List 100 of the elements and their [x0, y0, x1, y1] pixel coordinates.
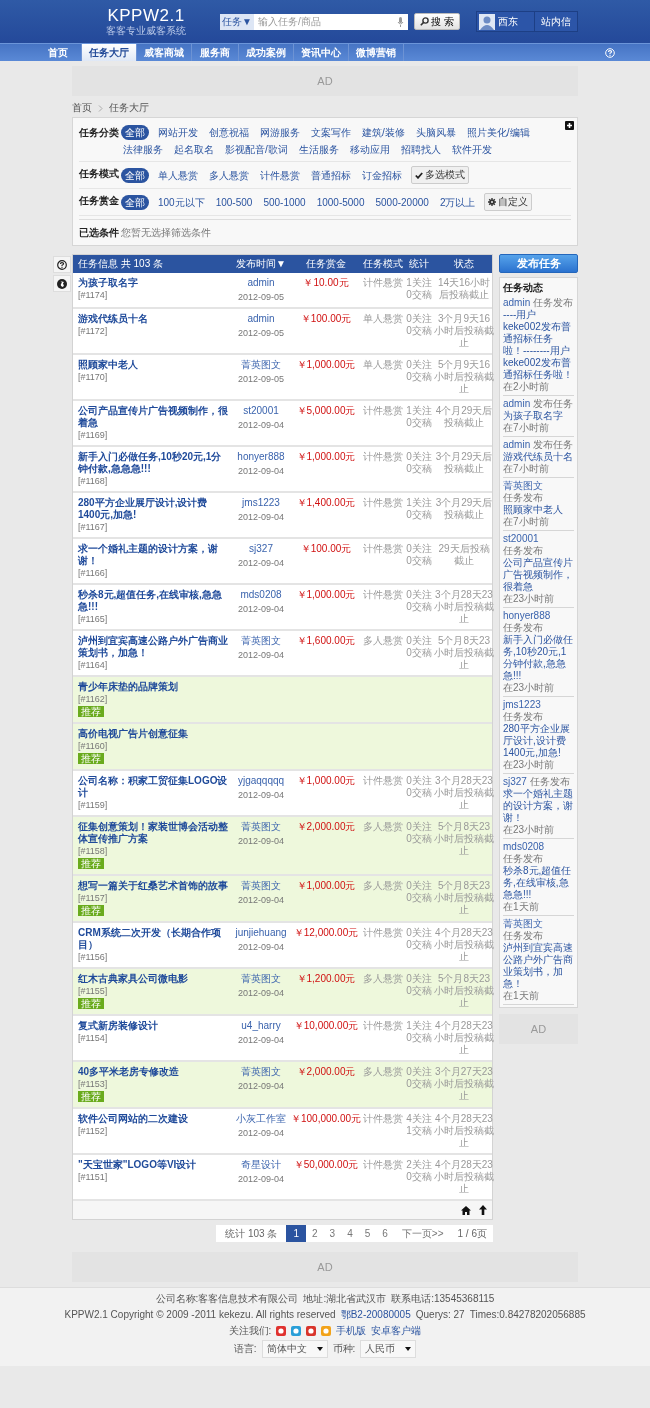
page-link[interactable]: 6: [376, 1225, 394, 1242]
task-title-link[interactable]: 高价电视广告片创意征集: [78, 728, 228, 740]
task-title-link[interactable]: 40多平米老房专修改造: [78, 1066, 228, 1078]
task-title-link[interactable]: 游戏代练员十名: [78, 313, 228, 325]
nav-tab[interactable]: 威客商城: [137, 44, 192, 61]
filter-option[interactable]: 100-500: [213, 194, 255, 210]
scope-dropdown[interactable]: 任务▼: [220, 13, 254, 30]
task-title-link[interactable]: 为孩子取名字: [78, 277, 228, 289]
task-title-link[interactable]: 公司名称：积家工贸征集LOGO设计: [78, 775, 228, 799]
dropdown[interactable]: 简体中文: [261, 1340, 328, 1358]
filter-option[interactable]: 文案写作: [309, 125, 353, 140]
task-title-link[interactable]: 软件公司网站的二次建设: [78, 1113, 228, 1125]
user-link[interactable]: jms1223: [503, 699, 541, 711]
author-link[interactable]: 小灰工作室: [232, 1113, 290, 1125]
user-name-link[interactable]: 西东: [498, 14, 534, 29]
task-title-link[interactable]: 280平方企业展厅设计,设计费1400元,加急!: [503, 723, 574, 759]
task-title-link[interactable]: 280平方企业展厅设计,设计费1400元,加急!: [78, 497, 228, 521]
logo-text[interactable]: KPPW2.1: [107, 7, 185, 25]
search-field[interactable]: 输入任务/商品: [253, 13, 408, 30]
filter-option[interactable]: 软件开发: [449, 142, 494, 157]
author-link[interactable]: 菁英图文: [232, 821, 290, 833]
filter-option[interactable]: 移动应用: [347, 142, 392, 157]
user-link[interactable]: 菁英图文: [503, 480, 543, 492]
user-link[interactable]: admin: [503, 297, 531, 309]
user-link[interactable]: st20001: [503, 533, 539, 545]
page-link[interactable]: 3: [323, 1225, 342, 1242]
nav-tab[interactable]: 微博营销: [349, 44, 404, 61]
task-title-link[interactable]: 秒杀8元,超值任务,在线审核,急急急!!!: [503, 865, 574, 901]
task-title-link[interactable]: 求一个婚礼主题的设计方案，谢谢！: [78, 543, 228, 567]
page-link[interactable]: 1: [286, 1225, 307, 1242]
author-link[interactable]: sj327: [232, 543, 290, 555]
filter-option[interactable]: 建筑/装修: [360, 125, 407, 140]
filter-option[interactable]: 生活服务: [296, 142, 341, 157]
task-title-link[interactable]: 秒杀8元,超值任务,在线审核,急急急!!!: [78, 589, 228, 613]
filter-option[interactable]: 500-1000: [261, 194, 308, 210]
user-link[interactable]: mds0208: [503, 841, 545, 853]
author-link[interactable]: 菁英图文: [232, 880, 290, 892]
filter-option[interactable]: 全部: [121, 194, 149, 210]
filter-option[interactable]: 1000-5000: [314, 194, 367, 210]
author-link[interactable]: junjiehuang: [232, 927, 290, 939]
user-link[interactable]: sj327: [503, 776, 527, 788]
task-title-link[interactable]: 游戏代练员十名: [503, 451, 574, 463]
publish-task-button[interactable]: 发布任务: [499, 254, 578, 273]
author-link[interactable]: mds0208: [232, 589, 290, 601]
task-title-link[interactable]: "天宝世家"LOGO等VI设计: [78, 1159, 228, 1171]
task-title-link[interactable]: 青少年床垫的品牌策划: [78, 681, 228, 693]
filter-option[interactable]: 5000-20000: [373, 194, 431, 210]
author-link[interactable]: u4_harry: [232, 1020, 290, 1032]
task-title-link[interactable]: 征集创意策划！家装世博会活动整体宣传推广方案: [78, 821, 228, 845]
task-title-link[interactable]: 新手入门必做任务,10秒20元,1分钟付款,急急急!!!: [78, 451, 228, 475]
user-link[interactable]: admin: [503, 439, 531, 451]
task-title-link[interactable]: 红木古典家具公司微电影: [78, 973, 228, 985]
task-title-link[interactable]: 想写一篇关于红桑艺术首饰的故事: [78, 880, 228, 892]
filter-option[interactable]: 订金招标: [360, 167, 404, 183]
task-title-link[interactable]: 复式新房装修设计: [78, 1020, 228, 1032]
user-link[interactable]: honyer888: [503, 610, 551, 622]
task-title-link[interactable]: 照顾家中老人: [78, 359, 228, 371]
author-link[interactable]: yjgaqqqqq: [232, 775, 290, 787]
filter-option[interactable]: 单人悬赏: [156, 167, 200, 183]
filter-option[interactable]: 起名取名: [172, 142, 216, 157]
messages-link[interactable]: 站内信: [534, 12, 577, 31]
task-title-link[interactable]: 泸州到宜宾高速公路户外广告商业策划书，加急！: [503, 942, 574, 990]
task-title-link[interactable]: 新手入门必做任务,10秒20元,1分钟付款,急急急!!!: [503, 634, 574, 682]
nav-tab[interactable]: 任务大厅: [82, 44, 137, 61]
author-link[interactable]: 菁英图文: [232, 973, 290, 985]
author-link[interactable]: honyer888: [232, 451, 290, 463]
filter-option[interactable]: 2万以上: [437, 194, 478, 210]
filter-option[interactable]: 多人悬赏: [207, 167, 251, 183]
filter-option[interactable]: 全部: [121, 125, 149, 140]
dropdown[interactable]: 人民币: [360, 1340, 417, 1358]
author-link[interactable]: admin: [232, 277, 290, 289]
user-link[interactable]: 菁英图文: [503, 918, 543, 930]
filter-option[interactable]: 100元以下: [156, 194, 207, 210]
avatar-icon[interactable]: [479, 13, 495, 30]
task-title-link[interactable]: 公司产品宣传片广告视频制作，很着急: [78, 405, 228, 429]
side-tool-button[interactable]: [53, 256, 71, 273]
filter-toggle-button[interactable]: 自定义: [484, 193, 533, 211]
app-link[interactable]: 手机版: [336, 1324, 367, 1338]
filter-option[interactable]: 普通招标: [309, 167, 353, 183]
page-link[interactable]: 5: [358, 1225, 377, 1242]
filter-option[interactable]: 头脑风暴: [413, 125, 458, 140]
filter-option[interactable]: 计件悬赏: [258, 167, 302, 183]
page-link[interactable]: 4: [341, 1225, 359, 1242]
author-link[interactable]: 奇星设计: [232, 1159, 290, 1171]
author-link[interactable]: 菁英图文: [232, 359, 290, 371]
app-link[interactable]: 安卓客户端: [371, 1324, 422, 1338]
author-link[interactable]: 菁英图文: [232, 1066, 290, 1078]
task-title-link[interactable]: 照顾家中老人: [503, 504, 574, 516]
search-button[interactable]: 搜 索: [413, 13, 460, 30]
task-title-link[interactable]: CRM系统二次开发（长期合作项目）: [78, 927, 228, 951]
author-link[interactable]: st20001: [232, 405, 290, 417]
filter-option[interactable]: 创意祝福: [207, 125, 251, 140]
filter-option[interactable]: 照片美化/编辑: [464, 125, 532, 140]
breadcrumb-link[interactable]: 任务大厅: [109, 101, 149, 115]
filter-option[interactable]: 网游服务: [258, 125, 302, 140]
filter-option[interactable]: 法律服务: [121, 142, 165, 157]
filter-option[interactable]: 全部: [121, 167, 149, 183]
filter-option[interactable]: 影视配音/歌词: [223, 142, 290, 157]
task-title-link[interactable]: ----用户keke002发布普通招标任务啦！--------用户keke002发布普通招标任务啦！: [503, 309, 574, 381]
page-link[interactable]: 2: [306, 1225, 324, 1242]
